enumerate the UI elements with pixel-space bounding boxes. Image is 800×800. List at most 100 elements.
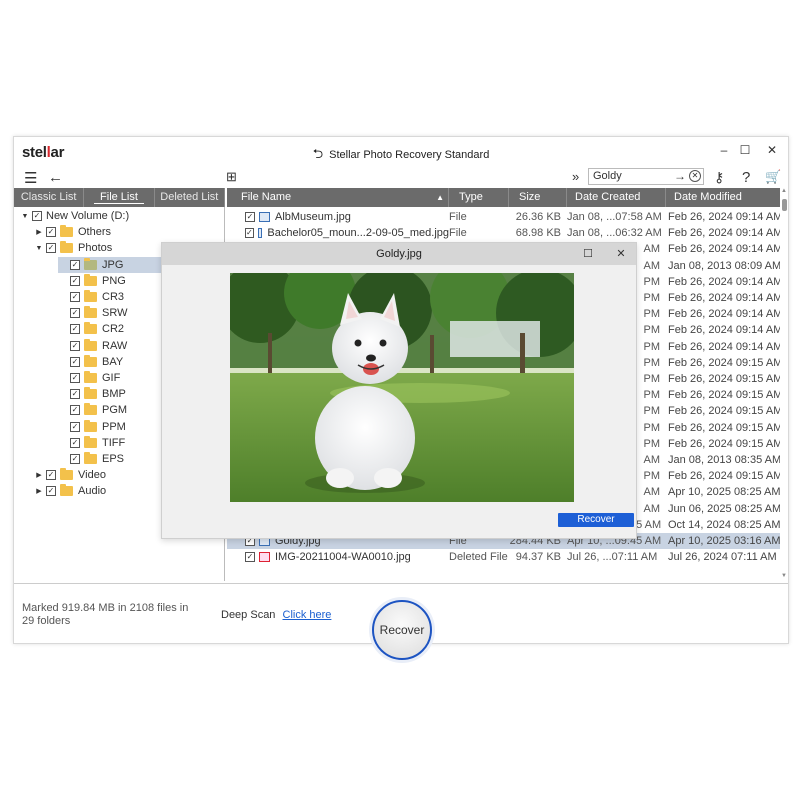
tab-file-list[interactable]: File List [84,188,155,207]
tree-checkbox[interactable]: ✓ [46,243,56,254]
cell-date-modified: Feb 26, 2024 09:14 AM [668,308,780,321]
tree-checkbox[interactable]: ✓ [46,486,56,497]
cell-size: 26.36 KB [515,211,561,223]
tree-checkbox[interactable]: ✓ [70,373,80,383]
tree-checkbox[interactable]: ✓ [70,356,80,367]
help-icon[interactable]: ? [742,169,750,186]
folder-icon [84,322,97,335]
search-clear-icon[interactable]: ✕ [689,170,701,182]
tree-item[interactable]: ✓ PNG [58,273,126,289]
table-row[interactable]: ✓ IMG-20211004-WA0010.jpg Deleted File 94.3… [227,549,780,565]
cell-date-modified: Apr 10, 2025 08:25 AM [668,486,780,499]
table-row[interactable]: ✓ Bachelor05_moun...2-09-05_med.jpg File 68… [227,225,780,241]
expand-right-icon[interactable]: ▶ [34,487,44,495]
title-bar: stellar ⮌ Stellar Photo Recovery Standard… [14,137,788,167]
close-button[interactable]: ✕ [762,143,782,161]
double-chevron-icon[interactable]: » [572,169,579,184]
folder-icon [84,273,97,286]
tab-deleted-list[interactable]: Deleted List [155,188,225,207]
tree-item[interactable]: ✓ CR2 [58,321,124,337]
tree-item[interactable]: ✓ BAY [58,354,123,370]
tree-item[interactable]: ▼ ✓ Photos [34,240,112,256]
column-date-modified[interactable]: Date Modified [666,188,780,207]
preview-maximize-button[interactable]: ☐ [579,245,597,263]
cart-icon[interactable]: 🛒 [765,169,781,185]
search-input[interactable]: Goldy → ✕ [588,168,704,185]
view-toggle-icon[interactable]: ⊞ [226,169,237,185]
cell-size: 68.98 KB [515,227,561,240]
preview-close-button[interactable]: ✕ [612,245,630,263]
row-checkbox[interactable]: ✓ [245,552,255,563]
tree-checkbox[interactable]: ✓ [46,227,56,238]
tree-item-label: BMP [102,388,126,401]
tree-item[interactable]: ▶ ✓ Others [34,224,111,240]
expand-right-icon[interactable]: ▶ [34,471,44,479]
tree-item[interactable]: ✓ SRW [58,305,127,321]
tree-checkbox[interactable]: ✓ [70,259,80,270]
cell-file-name: ✓ Bachelor05_moun...2-09-05_med.jpg [227,227,449,239]
recover-button[interactable]: Recover [372,600,432,660]
table-row[interactable]: ✓ AlbMuseum.jpg File 26.36 KB Jan 08, ...07:… [227,209,780,225]
folder-icon [84,338,97,351]
tree-item[interactable]: ▶ ✓ Audio [34,483,106,499]
tree-checkbox[interactable]: ✓ [70,292,80,302]
folder-icon [84,257,97,270]
row-checkbox[interactable]: ✓ [245,228,254,239]
tree-checkbox[interactable]: ✓ [70,324,80,335]
tree-checkbox[interactable]: ✓ [32,211,42,221]
tree-item[interactable]: ✓ PPM [58,419,126,435]
vertical-scrollbar[interactable]: ▲ ▼ [781,188,787,579]
cell-date-modified: Jun 06, 2025 08:25 AM [668,502,780,515]
menu-icon[interactable]: ☰ [24,169,37,187]
column-type[interactable]: Type [449,188,509,207]
folder-icon [84,435,97,448]
tree-item-label: Audio [78,485,107,498]
search-go-icon[interactable]: → [674,169,686,183]
tree-checkbox[interactable]: ✓ [70,308,80,319]
cell-file-name: ✓ AlbMuseum.jpg [227,211,449,223]
expand-right-icon[interactable]: ▶ [34,228,44,236]
tree-checkbox[interactable]: ✓ [70,454,80,464]
tree-checkbox[interactable]: ✓ [70,421,80,432]
tree-item[interactable]: ✓ BMP [58,386,126,402]
tree-item[interactable]: ✓ TIFF [58,435,125,451]
back-arrow-icon[interactable]: ← [48,169,63,186]
column-size[interactable]: Size [509,188,567,207]
cell-date-modified: Feb 26, 2024 09:14 AM [668,243,780,256]
cell-date-modified: Feb 26, 2024 09:15 AM [668,373,780,385]
tree-checkbox[interactable]: ✓ [70,340,80,351]
cell-date-modified: Feb 26, 2024 09:15 AM [668,437,780,450]
tree-item[interactable]: ✓ RAW [58,338,127,354]
cell-date-created: Jan 08, ...07:58 AM [567,211,662,223]
row-checkbox[interactable]: ✓ [245,212,255,222]
scroll-thumb[interactable] [782,199,787,211]
tree-item[interactable]: ▼ ✓ New Volume (D:) [20,208,130,224]
minimize-button[interactable]: – [714,143,734,161]
scroll-down-icon[interactable]: ▼ [781,573,787,579]
column-file-name[interactable]: File Name ▲ [227,188,449,207]
cell-date-modified: Feb 26, 2024 09:14 AM [668,340,780,353]
tree-checkbox[interactable]: ✓ [70,389,80,400]
tree-item[interactable]: ✓ GIF [58,370,120,386]
scroll-up-icon[interactable]: ▲ [781,188,787,194]
tree-checkbox[interactable]: ✓ [70,405,80,416]
expand-down-icon[interactable]: ▼ [34,245,44,252]
cell-type: Deleted File [449,551,508,564]
tree-item[interactable]: ▶ ✓ Video [34,467,106,483]
tab-classic-list[interactable]: Classic List [14,188,85,207]
tree-item[interactable]: ✓ PGM [58,402,127,418]
maximize-button[interactable]: ☐ [735,143,755,161]
key-icon[interactable]: ⚷ [714,169,724,186]
tree-checkbox[interactable]: ✓ [70,275,80,286]
undo-icon[interactable]: ⮌ [313,145,323,167]
cell-date-modified: Feb 26, 2024 09:15 AM [668,405,780,418]
tree-checkbox[interactable]: ✓ [46,470,56,481]
deep-scan-link[interactable]: Click here [283,609,332,621]
preview-recover-button[interactable]: Recover [558,513,634,527]
cell-date-modified: Feb 26, 2024 09:15 AM [668,356,780,369]
column-date-created[interactable]: Date Created [567,188,666,207]
tree-checkbox[interactable]: ✓ [70,437,80,448]
tree-item[interactable]: ✓ EPS [58,451,124,467]
tree-item[interactable]: ✓ CR3 [58,289,124,305]
expand-down-icon[interactable]: ▼ [20,213,30,220]
